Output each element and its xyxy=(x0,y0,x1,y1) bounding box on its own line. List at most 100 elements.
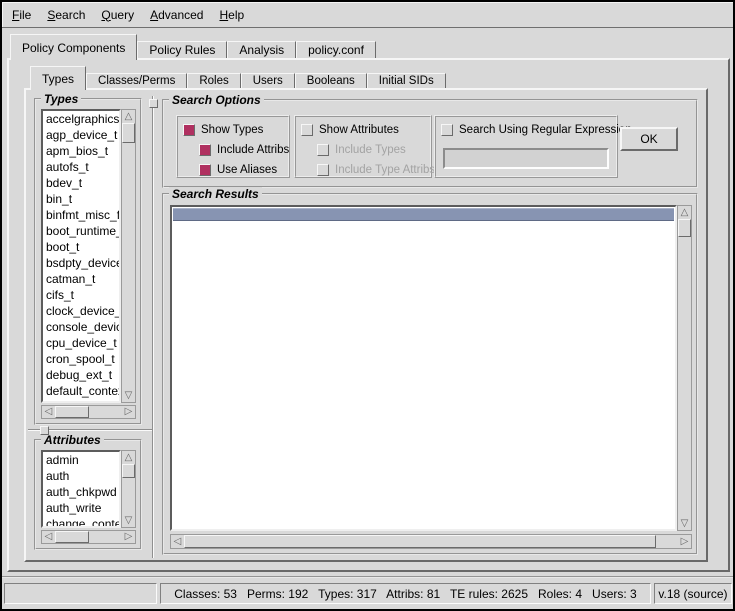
types-list-item[interactable]: apm_bios_t xyxy=(43,143,119,159)
include-attribs-checkbox[interactable]: Include Attribs xyxy=(199,141,283,159)
menu-query-label: uery xyxy=(111,8,134,22)
component-tab[interactable]: Classes/Perms xyxy=(86,73,187,88)
types-list-item[interactable]: bsdpty_device_ xyxy=(43,255,119,271)
menu-file-label: ile xyxy=(19,8,31,22)
types-list-item[interactable]: clock_device_t xyxy=(43,303,119,319)
scroll-up-icon[interactable]: △ xyxy=(678,206,691,219)
types-list-item[interactable]: console_device xyxy=(43,319,119,335)
show-attributes-checkbox[interactable]: Show Attributes xyxy=(301,121,425,139)
scrollbar-thumb[interactable] xyxy=(184,535,656,548)
main-tab[interactable]: Policy Rules xyxy=(137,41,227,58)
include-type-attribs-checkbox[interactable]: Include Type Attribs xyxy=(317,161,425,179)
component-tab[interactable]: Booleans xyxy=(295,73,367,88)
types-hscrollbar[interactable]: ◁ ▷ xyxy=(41,405,136,419)
scroll-up-icon[interactable]: △ xyxy=(122,110,135,123)
component-tab[interactable]: Types xyxy=(30,66,86,90)
ok-button[interactable]: OK xyxy=(620,127,678,151)
attributes-hscrollbar[interactable]: ◁ ▷ xyxy=(41,530,136,544)
scroll-right-icon[interactable]: ▷ xyxy=(122,531,135,543)
scrollbar-trough[interactable] xyxy=(89,406,122,418)
results-hscrollbar[interactable]: ◁ ▷ xyxy=(170,534,692,549)
scrollbar-thumb[interactable] xyxy=(678,219,691,237)
show-types-checkbox[interactable]: Show Types xyxy=(183,121,283,139)
show-attributes-group: Show Attributes Include Types Include Ty… xyxy=(294,115,432,178)
types-list-item[interactable]: boot_t xyxy=(43,239,119,255)
types-vscrollbar[interactable]: △ ▽ xyxy=(121,109,136,403)
types-list-item[interactable]: catman_t xyxy=(43,271,119,287)
types-list-item[interactable]: accelgraphics_e xyxy=(43,111,119,127)
main-tab[interactable]: Analysis xyxy=(227,41,296,58)
pane-sash-vertical[interactable] xyxy=(152,96,154,558)
types-list-item[interactable]: bin_t xyxy=(43,191,119,207)
main-tab[interactable]: Policy Components xyxy=(10,34,137,60)
main-tabbar: Policy ComponentsPolicy RulesAnalysispol… xyxy=(10,34,376,60)
sash-handle[interactable] xyxy=(40,426,49,435)
scroll-left-icon[interactable]: ◁ xyxy=(171,535,184,548)
regex-input[interactable] xyxy=(443,148,609,169)
scrollbar-thumb[interactable] xyxy=(55,406,89,418)
scroll-down-icon[interactable]: ▽ xyxy=(678,517,691,530)
scroll-right-icon[interactable]: ▷ xyxy=(122,406,135,418)
types-list-item[interactable]: binfmt_misc_fs xyxy=(43,207,119,223)
attributes-list-item[interactable]: auth_write xyxy=(43,500,119,516)
types-list-item[interactable]: default_context xyxy=(43,383,119,399)
scrollbar-thumb[interactable] xyxy=(55,531,89,543)
use-aliases-checkbox[interactable]: Use Aliases xyxy=(199,161,283,179)
menu-help[interactable]: Help xyxy=(211,4,252,26)
types-list-item[interactable]: boot_runtime_t xyxy=(43,223,119,239)
include-types-checkbox[interactable]: Include Types xyxy=(317,141,425,159)
attributes-list-item[interactable]: auth xyxy=(43,468,119,484)
results-vscrollbar[interactable]: △ ▽ xyxy=(677,205,692,531)
menu-query[interactable]: Query xyxy=(93,4,142,26)
types-list-item[interactable]: autofs_t xyxy=(43,159,119,175)
main-tab[interactable]: policy.conf xyxy=(296,41,376,58)
scroll-down-icon[interactable]: ▽ xyxy=(122,514,135,527)
scroll-right-icon[interactable]: ▷ xyxy=(678,535,691,548)
component-tab[interactable]: Users xyxy=(241,73,295,88)
component-tab[interactable]: Initial SIDs xyxy=(367,73,446,88)
results-textarea[interactable] xyxy=(170,205,677,531)
types-list-item[interactable]: cron_spool_t xyxy=(43,351,119,367)
regex-checkbox[interactable]: Search Using Regular Expression xyxy=(441,121,611,139)
attributes-listbox[interactable]: adminauthauth_chkpwdauth_writechange_con… xyxy=(41,450,121,528)
types-panel: Types accelgraphics_eagp_device_tapm_bio… xyxy=(34,98,142,425)
scrollbar-trough[interactable] xyxy=(678,237,691,517)
menu-help-label: elp xyxy=(228,8,244,22)
types-listbox[interactable]: accelgraphics_eagp_device_tapm_bios_taut… xyxy=(41,109,121,403)
menu-search[interactable]: Search xyxy=(39,4,93,26)
scrollbar-thumb[interactable] xyxy=(122,464,135,478)
types-list-item[interactable]: cifs_t xyxy=(43,287,119,303)
menubar: File Search Query Advanced Help xyxy=(2,2,733,28)
checkbox-label: Include Types xyxy=(335,144,406,156)
checkbox-indicator-icon xyxy=(317,144,329,156)
component-tab[interactable]: Roles xyxy=(187,73,240,88)
scroll-down-icon[interactable]: ▽ xyxy=(122,389,135,402)
pane-sash-horizontal[interactable] xyxy=(28,429,154,431)
checkbox-label: Include Type Attribs xyxy=(335,164,435,176)
types-list-item[interactable]: bdev_t xyxy=(43,175,119,191)
scroll-left-icon[interactable]: ◁ xyxy=(42,531,55,543)
selected-row[interactable] xyxy=(173,208,674,221)
types-list-item[interactable]: cpu_device_t xyxy=(43,335,119,351)
scroll-left-icon[interactable]: ◁ xyxy=(42,406,55,418)
menu-advanced[interactable]: Advanced xyxy=(142,4,211,26)
scrollbar-thumb[interactable] xyxy=(122,123,135,143)
scrollbar-trough[interactable] xyxy=(122,478,135,514)
types-list-item[interactable]: debug_ext_t xyxy=(43,367,119,383)
attributes-list-item[interactable]: auth_chkpwd xyxy=(43,484,119,500)
menu-file[interactable]: File xyxy=(4,4,39,26)
checkbox-indicator-icon xyxy=(199,164,211,176)
attributes-list-item[interactable]: admin xyxy=(43,452,119,468)
attributes-vscrollbar[interactable]: △ ▽ xyxy=(121,450,136,528)
scroll-up-icon[interactable]: △ xyxy=(122,451,135,464)
search-options-panel: Search Options Show Types Include Attrib… xyxy=(162,99,698,188)
attributes-list-item[interactable]: change_context xyxy=(43,516,119,528)
scrollbar-trough[interactable] xyxy=(656,535,678,548)
sash-handle[interactable] xyxy=(149,99,158,108)
checkbox-indicator-icon xyxy=(317,164,329,176)
scrollbar-trough[interactable] xyxy=(122,143,135,389)
types-list-item[interactable]: agp_device_t xyxy=(43,127,119,143)
scrollbar-trough[interactable] xyxy=(89,531,122,543)
menu-query-mnemonic: Q xyxy=(101,8,110,22)
types-list-item[interactable]: default_t xyxy=(43,399,119,403)
